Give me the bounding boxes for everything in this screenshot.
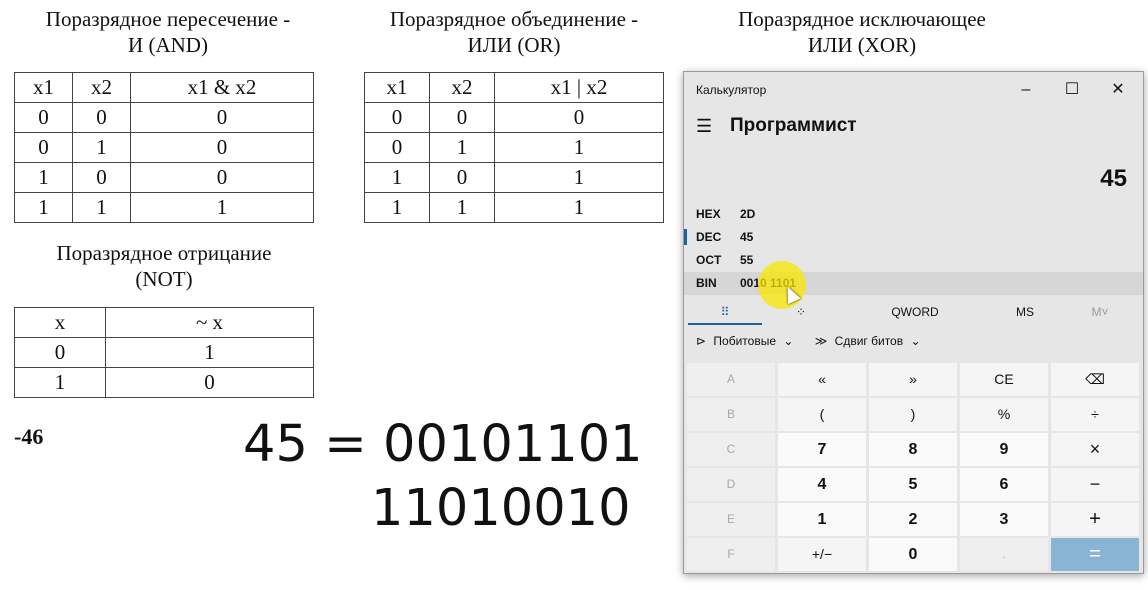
key-clear-entry[interactable]: CE — [960, 363, 1048, 396]
word-size-button[interactable]: QWORD — [880, 299, 950, 325]
backspace-icon[interactable]: ⌫ — [1051, 363, 1139, 396]
key-hex-a[interactable]: A — [687, 363, 775, 396]
or-heading: Поразрядное объединение - ИЛИ (OR) — [389, 7, 639, 57]
hamburger-menu-icon[interactable]: ☰ — [696, 116, 712, 137]
table-header-row: x ~ x — [14, 307, 314, 338]
memory-store-button[interactable]: MS — [1000, 299, 1050, 325]
key-equals[interactable]: = — [1051, 538, 1139, 571]
column-header: x1 — [364, 72, 430, 103]
bit-shift-icon: ≫ — [814, 334, 828, 348]
key-6[interactable]: 6 — [960, 468, 1048, 501]
column-header: x2 — [429, 72, 495, 103]
key-8[interactable]: 8 — [869, 433, 957, 466]
table-row: 101 — [364, 162, 664, 193]
bit-shift-dropdown[interactable]: Сдвиг битов — [835, 334, 903, 348]
key-plus[interactable]: + — [1051, 503, 1139, 536]
chevron-down-icon: ⌄ — [910, 334, 921, 348]
table-header-row: x1 x2 x1 & x2 — [14, 72, 314, 103]
key-minus[interactable]: − — [1051, 468, 1139, 501]
binary-equation-line1: 45 = 00101101 — [243, 415, 643, 474]
column-header: x — [14, 307, 106, 338]
radix-dec[interactable]: DEC 45 — [684, 226, 1143, 249]
memory-recall-button[interactable]: M˅ — [1080, 299, 1120, 325]
table-header-row: x1 x2 x1 | x2 — [364, 72, 664, 103]
radix-hex[interactable]: HEX 2D — [684, 203, 1143, 226]
key-5[interactable]: 5 — [869, 468, 957, 501]
and-heading: Поразрядное пересечение - И (AND) — [45, 7, 291, 57]
key-close-paren[interactable]: ) — [869, 398, 957, 431]
table-row: 011 — [364, 132, 664, 163]
key-hex-f[interactable]: F — [687, 538, 775, 571]
and-truth-table: x1 x2 x1 & x2 000 010 100 111 — [14, 72, 314, 223]
not-truth-table: x ~ x 01 10 — [14, 307, 314, 398]
not-heading: Поразрядное отрицание (NOT) — [56, 241, 272, 291]
table-row: 100 — [14, 162, 314, 193]
binary-equation-line2: 11010010 — [371, 479, 631, 538]
key-open-paren[interactable]: ( — [778, 398, 866, 431]
table-row: 000 — [364, 102, 664, 133]
or-truth-table: x1 x2 x1 | x2 000 011 101 111 — [364, 72, 664, 223]
table-row: 010 — [14, 132, 314, 163]
logic-gate-icon: ⊳ — [696, 334, 707, 348]
column-header: x1 — [14, 72, 73, 103]
mode-title: Программист — [730, 115, 857, 136]
key-4[interactable]: 4 — [778, 468, 866, 501]
negative-value: -46 — [14, 424, 44, 449]
key-9[interactable]: 9 — [960, 433, 1048, 466]
column-header: x2 — [72, 72, 131, 103]
maximize-button[interactable]: ☐ — [1052, 76, 1092, 104]
bitwise-toolbar: ⊳ Побитовые ⌄ ≫ Сдвиг битов ⌄ — [696, 334, 925, 348]
key-2[interactable]: 2 — [869, 503, 957, 536]
column-header: ~ x — [105, 307, 314, 338]
table-row: 10 — [14, 367, 314, 398]
key-0[interactable]: 0 — [869, 538, 957, 571]
window-title: Калькулятор — [696, 83, 767, 97]
key-shift-right[interactable]: » — [869, 363, 957, 396]
selection-indicator — [684, 229, 687, 245]
key-3[interactable]: 3 — [960, 503, 1048, 536]
key-multiply[interactable]: × — [1051, 433, 1139, 466]
close-button[interactable]: ✕ — [1098, 76, 1138, 104]
key-negate[interactable]: +/− — [778, 538, 866, 571]
table-row: 000 — [14, 102, 314, 133]
table-row: 111 — [14, 192, 314, 223]
calculator-tabs: ⠿ ⁘ QWORD MS M˅ — [684, 299, 1143, 325]
key-hex-d[interactable]: D — [687, 468, 775, 501]
xor-heading: Поразрядное исключающее ИЛИ (XOR) — [738, 7, 986, 57]
column-header: x1 & x2 — [130, 72, 314, 103]
title-bar[interactable]: Калькулятор – ☐ ✕ — [684, 72, 1143, 108]
key-1[interactable]: 1 — [778, 503, 866, 536]
chevron-down-icon: ⌄ — [783, 334, 794, 348]
key-hex-b[interactable]: B — [687, 398, 775, 431]
key-hex-c[interactable]: C — [687, 433, 775, 466]
key-shift-left[interactable]: « — [778, 363, 866, 396]
key-hex-e[interactable]: E — [687, 503, 775, 536]
key-7[interactable]: 7 — [778, 433, 866, 466]
column-header: x1 | x2 — [494, 72, 664, 103]
full-keypad-icon[interactable]: ⠿ — [688, 299, 762, 325]
key-decimal[interactable]: . — [960, 538, 1048, 571]
bit-toggle-keypad-icon[interactable]: ⁘ — [776, 299, 826, 325]
calculator-window: Калькулятор – ☐ ✕ ☰ Программист 45 HEX 2… — [683, 71, 1144, 574]
radix-oct[interactable]: OCT 55 — [684, 249, 1143, 272]
bitwise-dropdown[interactable]: Побитовые — [713, 334, 776, 348]
key-percent[interactable]: % — [960, 398, 1048, 431]
table-row: 111 — [364, 192, 664, 223]
radix-bin[interactable]: BIN 0010 1101 — [684, 272, 1143, 295]
result-display: 45 — [1100, 165, 1127, 192]
minimize-button[interactable]: – — [1006, 76, 1046, 104]
key-divide[interactable]: ÷ — [1051, 398, 1139, 431]
table-row: 01 — [14, 337, 314, 368]
